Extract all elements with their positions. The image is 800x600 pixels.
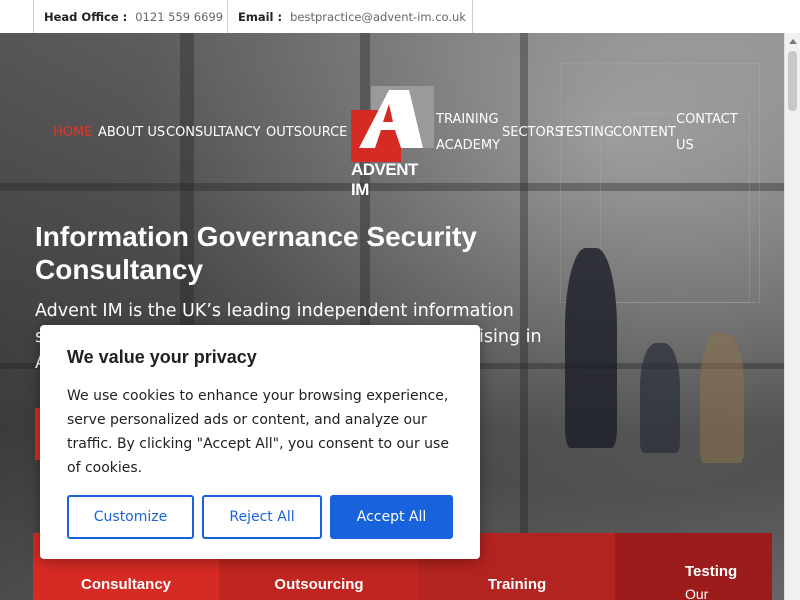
logo-a-mark-icon	[359, 90, 423, 148]
head-office-info: Head Office : 0121 559 6699	[33, 0, 227, 33]
cookie-body-text: We use cookies to enhance your browsing …	[67, 388, 449, 476]
page-scrollbar[interactable]	[784, 33, 800, 600]
cookie-title: We value your privacy	[67, 347, 257, 367]
nav-training-academy[interactable]: TRAINING ACADEMY	[436, 107, 506, 159]
contact-bar: Head Office : 0121 559 6699 Email : best…	[0, 0, 800, 33]
tile-label: Testing	[685, 563, 738, 580]
nav-consultancy[interactable]: CONSULTANCY	[166, 120, 261, 146]
tile-label: Consultancy	[80, 576, 171, 593]
cookie-consent-dialog: We value your privacy We use cookies to …	[40, 325, 480, 559]
accept-all-button[interactable]: Accept All	[330, 495, 453, 539]
head-office-label: Head Office :	[44, 9, 128, 24]
reject-all-button[interactable]: Reject All	[202, 495, 322, 539]
tile-sublabel: Our	[685, 586, 709, 600]
nav-content[interactable]: CONTENT	[613, 120, 676, 146]
nav-sectors[interactable]: SECTORS	[502, 120, 563, 146]
nav-about-us[interactable]: ABOUT US	[98, 120, 165, 146]
nav-contact-us[interactable]: CONTACT US	[676, 107, 746, 159]
tile-testing[interactable]: Testing Our	[615, 533, 772, 600]
email-address[interactable]: bestpractice@advent-im.co.uk	[290, 10, 466, 24]
cookie-buttons: Customize Reject All Accept All	[67, 495, 453, 539]
scroll-up-arrow-icon[interactable]	[789, 39, 797, 44]
customize-button[interactable]: Customize	[67, 495, 194, 539]
advent-im-logo[interactable]: ADVENT IM	[351, 86, 435, 199]
hero-title: Information Governance Security Consulta…	[35, 221, 477, 285]
head-office-phone[interactable]: 0121 559 6699	[135, 10, 223, 24]
logo-text: ADVENT IM	[351, 160, 418, 199]
nav-testing[interactable]: TESTING	[558, 120, 614, 146]
tile-label: Training	[487, 576, 547, 593]
email-label: Email :	[238, 9, 283, 24]
nav-outsource[interactable]: OUTSOURCE	[266, 120, 347, 146]
nav-home[interactable]: HOME	[53, 120, 92, 146]
scrollbar-thumb[interactable]	[788, 51, 797, 111]
email-info: Email : bestpractice@advent-im.co.uk	[227, 0, 473, 33]
tile-label: Outsourcing	[274, 576, 364, 593]
